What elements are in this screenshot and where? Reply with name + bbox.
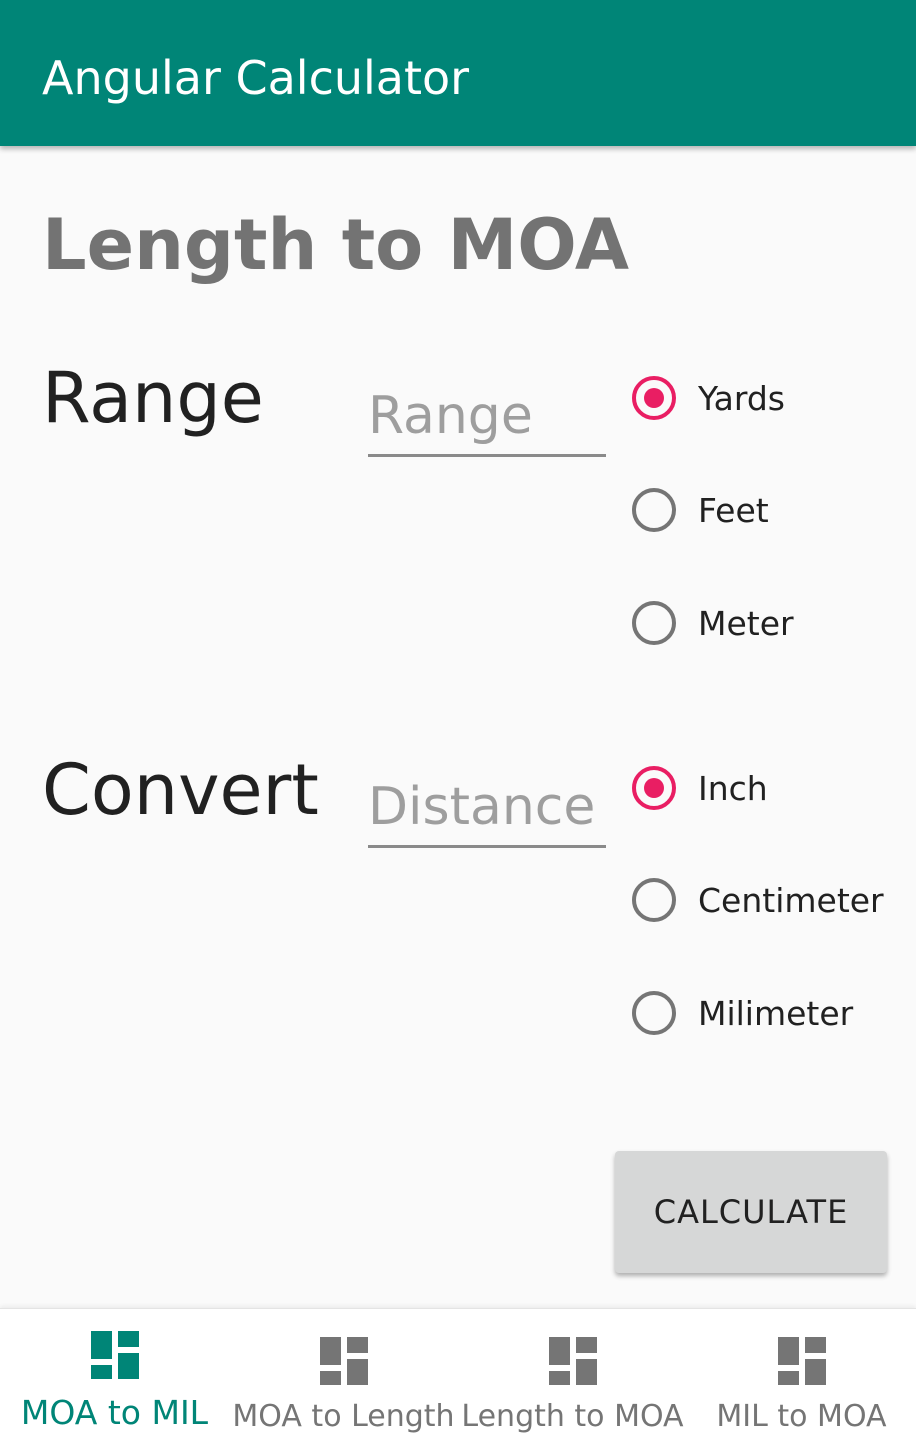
- dashboard-icon: [548, 1337, 597, 1385]
- nav-label: Length to MOA: [461, 1399, 684, 1434]
- distance-input[interactable]: [368, 769, 606, 848]
- radio-unchecked-icon: [632, 601, 676, 645]
- nav-item-moa-to-mil[interactable]: MOA to MIL: [0, 1309, 229, 1454]
- app-title: Angular Calculator: [42, 51, 470, 105]
- radio-yards[interactable]: Yards: [632, 370, 785, 426]
- radio-label: Centimeter: [698, 880, 884, 920]
- radio-unchecked-icon: [632, 488, 676, 532]
- nav-label: MIL to MOA: [716, 1399, 887, 1434]
- nav-label: MOA to MIL: [20, 1393, 209, 1432]
- nav-item-mil-to-moa[interactable]: MIL to MOA: [687, 1309, 916, 1454]
- radio-inch[interactable]: Inch: [632, 760, 768, 816]
- calculate-button[interactable]: CALCULATE: [615, 1151, 887, 1273]
- range-label: Range: [42, 357, 264, 439]
- dashboard-icon: [319, 1337, 368, 1385]
- range-input[interactable]: [368, 378, 606, 457]
- radio-label: Meter: [698, 603, 794, 643]
- app-screen: Angular Calculator Length to MOA Range Y…: [0, 0, 916, 1454]
- dashboard-icon: [777, 1337, 826, 1385]
- radio-checked-icon: [632, 766, 676, 810]
- page-title: Length to MOA: [42, 204, 630, 286]
- app-toolbar: Angular Calculator: [0, 0, 916, 146]
- radio-feet[interactable]: Feet: [632, 482, 769, 538]
- radio-checked-icon: [632, 376, 676, 420]
- radio-label: Inch: [698, 768, 768, 808]
- radio-unchecked-icon: [632, 991, 676, 1035]
- radio-label: Yards: [698, 378, 785, 418]
- radio-centimeter[interactable]: Centimeter: [632, 872, 884, 928]
- nav-item-length-to-moa[interactable]: Length to MOA: [458, 1309, 687, 1454]
- radio-label: Feet: [698, 490, 769, 530]
- radio-label: Milimeter: [698, 993, 854, 1033]
- nav-label: MOA to Length: [232, 1399, 455, 1434]
- dashboard-icon: [90, 1331, 139, 1379]
- nav-item-moa-to-length[interactable]: MOA to Length: [229, 1309, 458, 1454]
- bottom-navigation: MOA to MIL MOA to Length Length to MOA M…: [0, 1308, 916, 1454]
- radio-milimeter[interactable]: Milimeter: [632, 985, 853, 1041]
- convert-label: Convert: [42, 749, 319, 831]
- radio-unchecked-icon: [632, 878, 676, 922]
- radio-meter[interactable]: Meter: [632, 595, 794, 651]
